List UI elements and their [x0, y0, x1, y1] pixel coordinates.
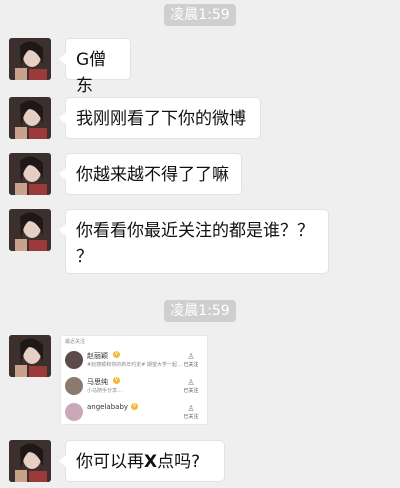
contact-avatar[interactable]	[9, 209, 51, 251]
message-text-line-2: ？	[76, 247, 93, 267]
follow-list-item: angelababy V ♙ 已关注	[61, 400, 207, 424]
message-bubble[interactable]: 你看看你最近关注的都是谁？？ ？	[59, 209, 329, 274]
message-text: 我刚刚看了下你的微博	[76, 109, 246, 129]
follow-name: angelababy	[87, 403, 129, 411]
screenshot-image[interactable]: 最近关注 赵丽颖 V #赵丽颖和你的新年约定# 期望大学一起… ♙ 已关注 马思纯…	[60, 335, 208, 425]
contact-avatar[interactable]	[9, 335, 51, 377]
follow-sub: 小马随手分享…	[87, 388, 123, 394]
message-text-pre: 你可以再	[76, 452, 144, 472]
timestamp-label: 凌晨1:59	[164, 300, 236, 322]
follow-list-item: 马思纯 V 小马随手分享… ♙ 已关注	[61, 374, 207, 400]
message-bubble[interactable]: 你越来越不得了了嘛	[59, 153, 242, 195]
contact-avatar[interactable]	[9, 153, 51, 195]
person-follow-icon: ♙ 已关注	[183, 378, 199, 394]
follow-avatar	[65, 403, 83, 421]
message-text: 你越来越不得了了嘛	[76, 165, 229, 185]
contact-avatar[interactable]	[9, 38, 51, 80]
timestamp: 凌晨1:59	[0, 300, 400, 322]
screenshot-header: 最近关注	[65, 339, 86, 345]
timestamp-label: 凌晨1:59	[164, 4, 236, 26]
message-text-line-1: 你看看你最近关注的都是谁？？	[76, 221, 314, 241]
follow-sub: #赵丽颖和你的新年约定# 期望大学一起…	[87, 362, 182, 368]
message-text-bold: X	[144, 452, 158, 472]
contact-avatar[interactable]	[9, 97, 51, 139]
follow-avatar	[65, 377, 83, 395]
message-bubble[interactable]: 我刚刚看了下你的微博	[59, 97, 261, 139]
contact-avatar[interactable]	[9, 440, 51, 482]
message-bubble[interactable]: G僧东	[59, 38, 131, 96]
follow-list-item: 赵丽颖 V #赵丽颖和你的新年约定# 期望大学一起… ♙ 已关注	[61, 348, 207, 374]
follow-name: 赵丽颖	[87, 352, 108, 360]
follow-name: 马思纯	[87, 378, 108, 386]
verified-badge-icon: V	[131, 403, 138, 410]
message-text-post: 点吗?	[157, 452, 201, 472]
person-follow-icon: ♙ 已关注	[183, 352, 199, 368]
verified-badge-icon: V	[113, 351, 120, 358]
timestamp: 凌晨1:59	[0, 4, 400, 26]
message-text: G僧东	[76, 50, 107, 96]
follow-avatar	[65, 351, 83, 369]
message-bubble[interactable]: 你可以再X点吗?	[59, 440, 225, 482]
person-follow-icon: ♙ 已关注	[183, 404, 199, 420]
verified-badge-icon: V	[113, 377, 120, 384]
